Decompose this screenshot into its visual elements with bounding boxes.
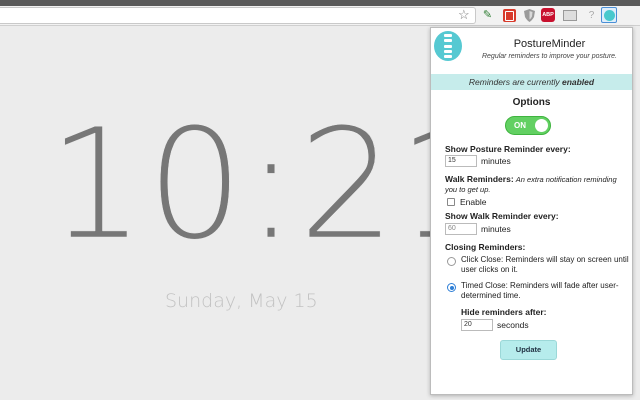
hide-after-unit: seconds [497, 320, 529, 330]
postureminder-extension-icon[interactable] [601, 7, 617, 23]
pen-extension-icon[interactable]: ✎ [481, 9, 494, 22]
walk-interval-unit: minutes [481, 224, 511, 234]
help-extension-icon[interactable]: ? [585, 9, 598, 22]
menu-icon[interactable] [623, 10, 633, 19]
adblock-extension-icon[interactable]: ABP [541, 8, 555, 22]
shield-extension-icon[interactable] [523, 9, 536, 22]
timed-close-radio[interactable] [447, 283, 456, 292]
update-button[interactable]: Update [500, 340, 557, 360]
walk-interval-input[interactable]: 60 [445, 223, 477, 235]
toggle-label: ON [514, 121, 526, 130]
walk-reminders-title: Walk Reminders: [445, 174, 514, 184]
click-close-radio[interactable] [447, 257, 456, 266]
clock-date: Sunday, May 15 [165, 290, 318, 312]
hide-after-label: Hide reminders after: [461, 307, 547, 317]
status-value: enabled [561, 77, 595, 87]
posture-interval-input[interactable]: 15 [445, 155, 477, 167]
hide-after-input[interactable]: 20 [461, 319, 493, 331]
app-title: PostureMinder [513, 38, 586, 50]
address-bar[interactable] [0, 7, 476, 24]
closing-reminders-title: Closing Reminders: [445, 242, 526, 252]
walk-reminders-description: Walk Reminders: An extra notification re… [445, 174, 625, 194]
postureminder-popup: PostureMinder Regular reminders to impro… [430, 27, 633, 395]
reminders-toggle[interactable]: ON [505, 116, 551, 135]
spine-logo-icon [434, 31, 462, 61]
click-close-label: Click Close: Reminders will stay on scre… [461, 255, 629, 274]
posture-interval-label: Show Posture Reminder every: [445, 144, 571, 154]
status-prefix: Reminders are currently [468, 77, 562, 87]
popup-header: PostureMinder Regular reminders to impro… [431, 28, 632, 72]
posture-interval-unit: minutes [481, 156, 511, 166]
browser-toolbar: ☆ ✎ ABP ? [0, 6, 640, 26]
walk-enable-label: Enable [460, 197, 487, 207]
walk-enable-checkbox[interactable] [447, 198, 455, 206]
options-title: Options [512, 97, 551, 108]
star-icon[interactable]: ☆ [458, 7, 470, 23]
status-banner: Reminders are currently enabled [431, 74, 632, 90]
book-extension-icon[interactable] [503, 9, 516, 22]
clock-time: 10:21 [48, 96, 497, 273]
walk-interval-label: Show Walk Reminder every: [445, 211, 559, 221]
screen-extension-icon[interactable] [563, 10, 577, 21]
toggle-knob [535, 119, 548, 132]
timed-close-label: Timed Close: Reminders will fade after u… [461, 281, 619, 300]
app-subtitle: Regular reminders to improve your postur… [481, 53, 617, 60]
